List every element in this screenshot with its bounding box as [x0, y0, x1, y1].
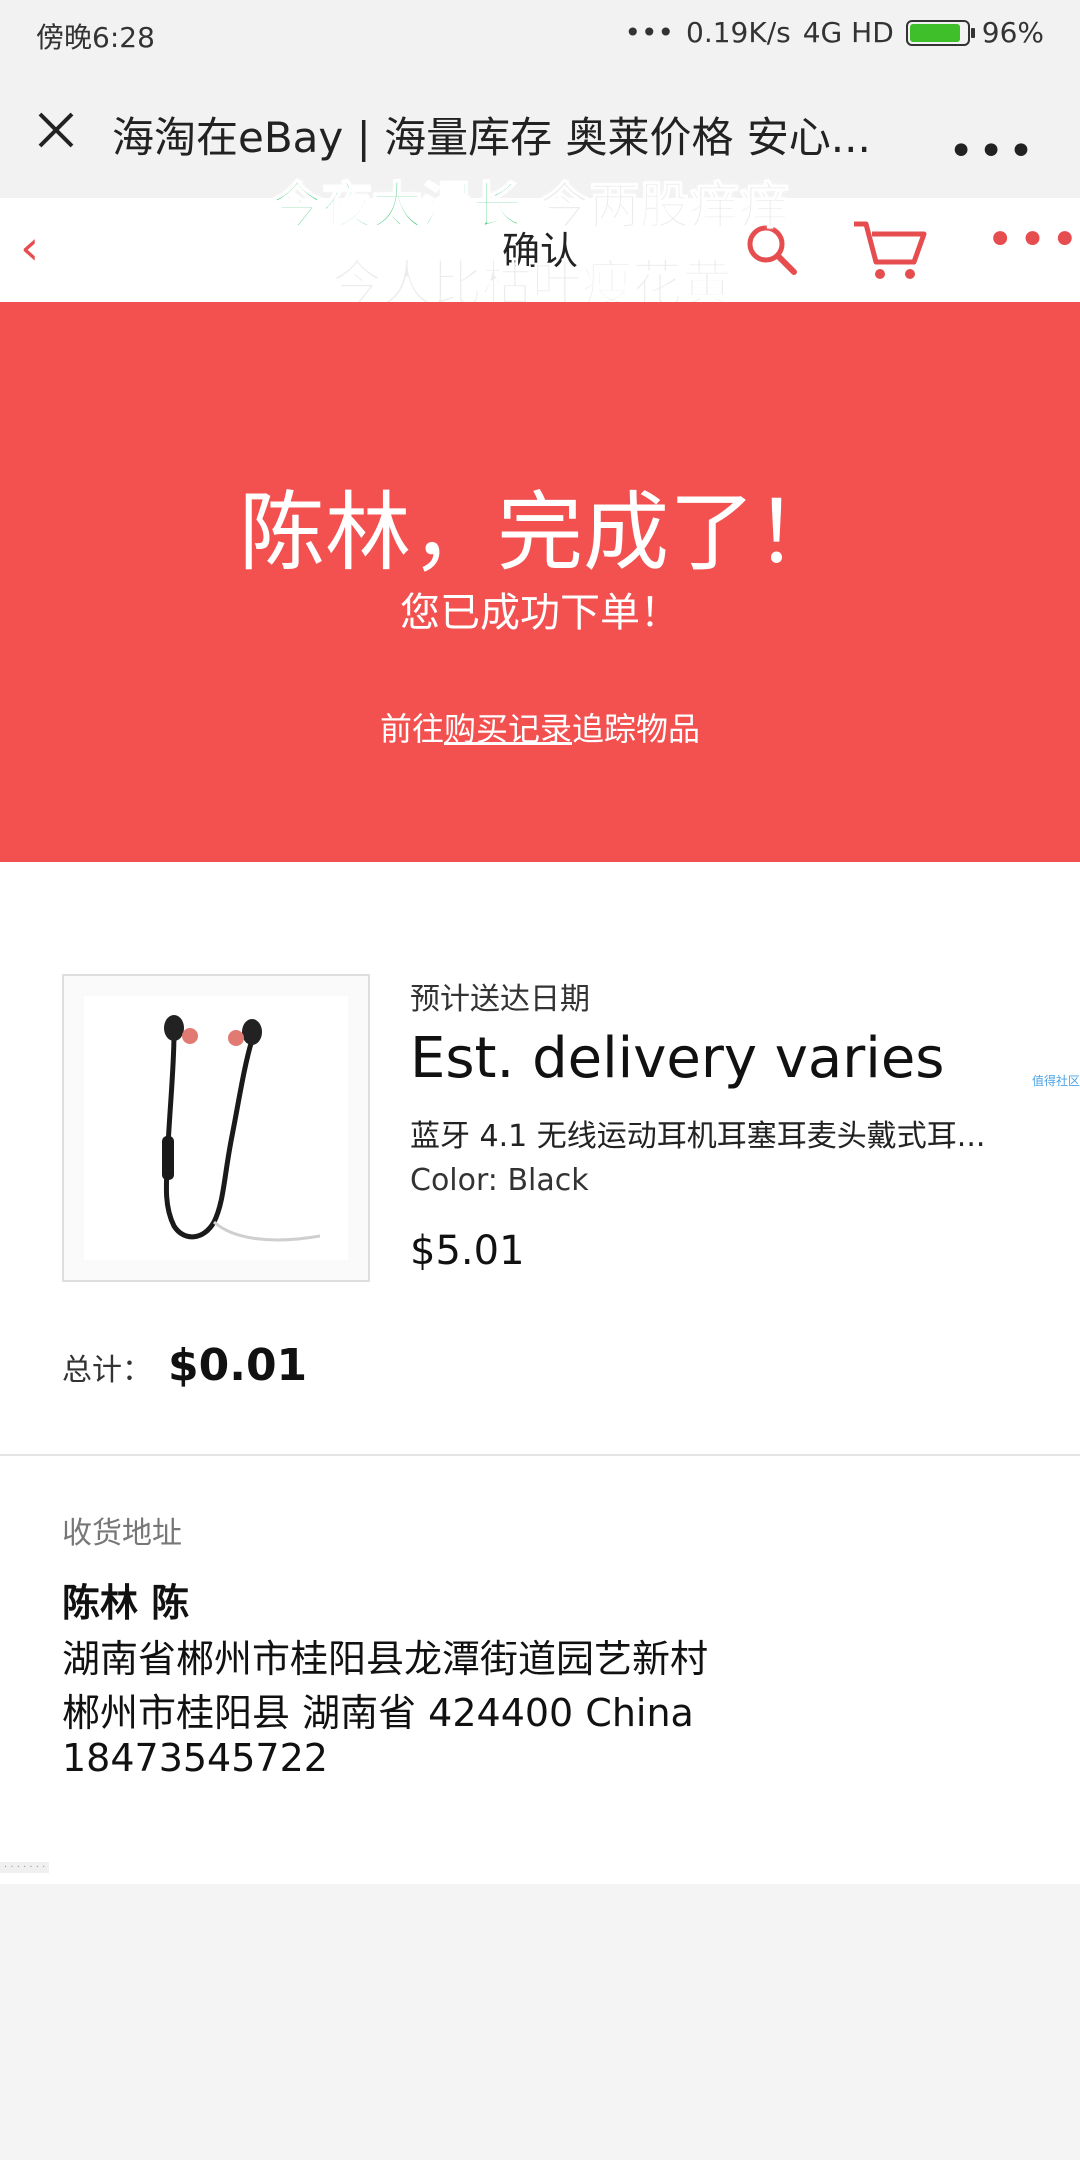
recipient-phone: 18473545722: [62, 1736, 328, 1780]
item-image: [84, 996, 348, 1260]
total-label: 总计：: [62, 1353, 152, 1388]
address-line2: 郴州市桂阳县 湖南省 424400 China: [62, 1691, 694, 1735]
network-type: 4G HD: [802, 16, 894, 49]
battery-percent: 96%: [981, 16, 1044, 49]
signal-dots-icon: •••: [624, 16, 674, 49]
more-icon[interactable]: •••: [948, 126, 1038, 177]
network-speed: 0.19K/s: [686, 16, 791, 49]
status-bar: 傍晚6:28 ••• 0.19K/s 4G HD 96%: [0, 0, 1080, 68]
track-purchase-text: 前往购买记录追踪物品: [0, 704, 1080, 750]
confirmation-banner: 陈林，完成了！ 您已成功下单！ 前往购买记录追踪物品: [0, 302, 1080, 862]
order-summary: 预计送达日期 Est. delivery varies 蓝牙 4.1 无线运动耳…: [0, 862, 1080, 1454]
eta-label: 预计送达日期: [410, 982, 590, 1017]
item-variant: Color: Black: [410, 1163, 589, 1198]
menu-icon[interactable]: •••: [986, 212, 1080, 268]
address-label: 收货地址: [62, 1516, 182, 1551]
item-price: $5.01: [410, 1228, 525, 1274]
overlay-text-line1: 今夜太漫长 今两股痒痒: [271, 166, 790, 238]
side-watermark: 值得社区: [1031, 1074, 1080, 1088]
item-thumbnail[interactable]: [62, 974, 370, 1282]
recipient-name: 陈林 陈: [62, 1581, 190, 1625]
track-prefix: 前往: [379, 710, 444, 748]
total-value: $0.01: [168, 1340, 308, 1391]
address-line1: 湖南省郴州市桂阳县龙潭街道园艺新村: [62, 1637, 709, 1681]
battery-fill: [909, 23, 960, 42]
overlay-rest-text: 今两股痒痒: [539, 177, 790, 236]
earphones-image: [162, 1015, 321, 1242]
status-time: 傍晚6:28: [36, 21, 155, 54]
order-total: 总计： $0.01: [62, 1340, 307, 1391]
eta-value: Est. delivery varies: [410, 1026, 945, 1091]
overlay-green-text: 今夜太漫长: [271, 176, 523, 236]
item-details: 预计送达日期 Est. delivery varies 蓝牙 4.1 无线运动耳…: [410, 974, 1030, 1274]
purchase-history-link[interactable]: 购买记录: [444, 710, 572, 748]
item-title[interactable]: 蓝牙 4.1 无线运动耳机耳塞耳麦头戴式耳...: [410, 1111, 1020, 1155]
miniapp-title: 海淘在eBay | 海量库存 奥莱价格 安心...: [112, 113, 871, 162]
track-suffix: 追踪物品: [572, 710, 701, 748]
confirmation-headline: 陈林，完成了！: [239, 483, 841, 583]
close-icon[interactable]: [32, 106, 80, 154]
status-right: ••• 0.19K/s 4G HD 96%: [624, 16, 1044, 49]
battery-icon: [905, 19, 975, 46]
shipping-address: 收货地址 陈林 陈 湖南省郴州市桂阳县龙潭街道园艺新村 郴州市桂阳县 湖南省 4…: [0, 1456, 1080, 1884]
confirmation-subtitle: 您已成功下单！: [400, 590, 680, 636]
page-bottom-area: [0, 1884, 1080, 2160]
cart-icon[interactable]: [850, 214, 930, 286]
footer-watermark: · · · · · · ·: [0, 1862, 50, 1873]
